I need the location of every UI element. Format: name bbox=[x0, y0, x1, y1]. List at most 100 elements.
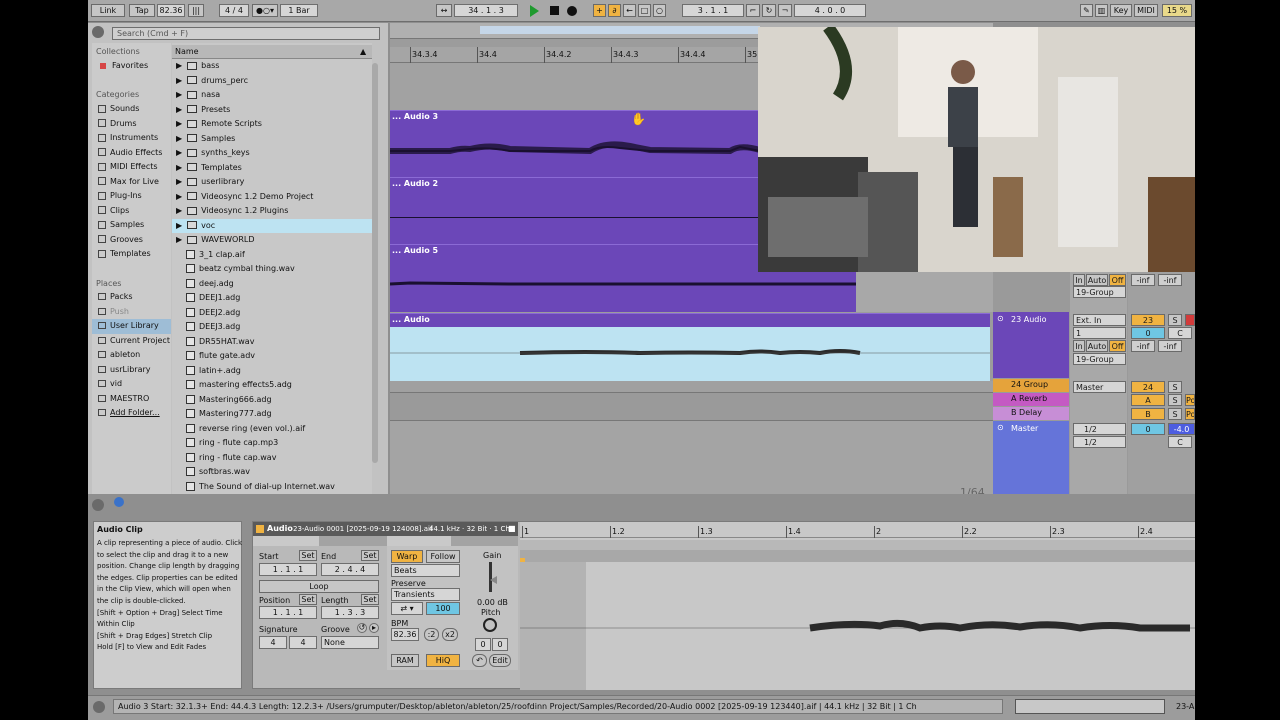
browser-folder-item[interactable]: ▶ Templates bbox=[172, 161, 372, 176]
start-set-button[interactable]: Set bbox=[299, 550, 317, 561]
expand-arrow-icon[interactable]: ▶ bbox=[176, 221, 182, 230]
output-select[interactable]: Master bbox=[1073, 381, 1126, 393]
browser-folder-item[interactable]: ▶ synths_keys bbox=[172, 146, 372, 161]
signature-denominator[interactable]: 4 bbox=[289, 636, 317, 649]
browser-toggle-icon[interactable] bbox=[92, 26, 104, 38]
groove-commit-icon[interactable]: ▸ bbox=[369, 623, 379, 633]
track-number[interactable]: 23 bbox=[1131, 314, 1165, 326]
browser-file-item[interactable]: DEEJ3.adg bbox=[172, 320, 372, 335]
stop-icon[interactable] bbox=[550, 6, 559, 15]
auto-button[interactable]: Auto bbox=[1086, 274, 1108, 286]
selected-clip[interactable] bbox=[390, 327, 990, 381]
places-item-vid[interactable]: vid bbox=[92, 377, 171, 392]
clip-color-icon[interactable] bbox=[256, 525, 264, 533]
length-field[interactable]: 1 . 3 . 3 bbox=[321, 606, 379, 619]
sidebar-item-max-for-live[interactable]: Max for Live bbox=[92, 175, 171, 190]
metronome-icon[interactable]: ●○▾ bbox=[252, 4, 278, 17]
solo-button[interactable]: S bbox=[1168, 381, 1182, 393]
record-icon[interactable] bbox=[567, 6, 577, 16]
reverse-icon[interactable]: ↶ bbox=[472, 654, 487, 667]
volume-field[interactable]: 0 bbox=[1131, 423, 1165, 435]
mixer-track-24-group[interactable]: 24 Group bbox=[993, 379, 1069, 392]
end-set-button[interactable]: Set bbox=[361, 550, 379, 561]
in-button[interactable]: In bbox=[1073, 340, 1085, 352]
output-select[interactable]: 19-Group bbox=[1073, 353, 1126, 365]
browser-folder-item[interactable]: ▶ Remote Scripts bbox=[172, 117, 372, 132]
places-item-packs[interactable]: Packs bbox=[92, 290, 171, 305]
position-set-button[interactable]: Set bbox=[299, 594, 317, 605]
punch-out-icon[interactable]: ¬ bbox=[778, 4, 792, 17]
loop-switch-icon[interactable]: ↻ bbox=[762, 4, 776, 17]
loop-mode-select[interactable]: ⇄ ▾ bbox=[391, 602, 423, 615]
output-select[interactable]: 19-Group bbox=[1073, 286, 1126, 298]
browser-folder-item[interactable]: ▶ userlibrary bbox=[172, 175, 372, 190]
browser-file-item[interactable]: latin+.adg bbox=[172, 364, 372, 379]
preserve-select[interactable]: Transients bbox=[391, 588, 460, 601]
browser-folder-item[interactable]: ▶ Presets bbox=[172, 103, 372, 118]
sample-editor[interactable]: 1 1.2 1.3 1.4 2 2.2 2.3 2.4 bbox=[520, 522, 1195, 690]
fold-icon[interactable]: ⊙ bbox=[997, 423, 1004, 432]
browser-file-item[interactable]: Mastering666.adg bbox=[172, 393, 372, 408]
position-field[interactable]: 1 . 1 . 1 bbox=[259, 606, 317, 619]
expand-arrow-icon[interactable]: ▶ bbox=[176, 163, 182, 172]
post-button[interactable]: Po bbox=[1185, 394, 1195, 406]
browser-folder-item[interactable]: ▶ Samples bbox=[172, 132, 372, 147]
expand-arrow-icon[interactable]: ▶ bbox=[176, 61, 182, 70]
browser-file-item[interactable]: beatz cymbal thing.wav bbox=[172, 262, 372, 277]
browser-file-item[interactable]: deej.adg bbox=[172, 277, 372, 292]
nudge-icon[interactable]: ||| bbox=[188, 4, 204, 17]
browser-folder-item[interactable]: ▶ nasa bbox=[172, 88, 372, 103]
start-field[interactable]: 1 . 1 . 1 bbox=[259, 563, 317, 576]
punch-in-icon[interactable]: ⌐ bbox=[746, 4, 760, 17]
gain-slider-handle-icon[interactable] bbox=[490, 576, 497, 584]
expand-arrow-icon[interactable]: ▶ bbox=[176, 90, 182, 99]
sidebar-item-sounds[interactable]: Sounds bbox=[92, 102, 171, 117]
sidebar-item-midi-effects[interactable]: MIDI Effects bbox=[92, 160, 171, 175]
envelope-field[interactable]: 100 bbox=[426, 602, 460, 615]
loop-button[interactable]: Loop bbox=[259, 580, 379, 593]
key-map-button[interactable]: Key bbox=[1110, 4, 1132, 17]
browser-file-item[interactable]: 3_1 clap.aif bbox=[172, 248, 372, 263]
warp-button[interactable]: Warp bbox=[391, 550, 423, 563]
browser-folder-item[interactable]: ▶ Videosync 1.2 Demo Project bbox=[172, 190, 372, 205]
sidebar-item-instruments[interactable]: Instruments bbox=[92, 131, 171, 146]
tempo-field[interactable]: 82.36 bbox=[157, 4, 185, 17]
browser-file-item[interactable]: DEEJ2.adg bbox=[172, 306, 372, 321]
loop-start-field[interactable]: 3 . 1 . 1 bbox=[682, 4, 744, 17]
bpm-field[interactable]: 82.36 bbox=[391, 628, 419, 641]
status-left-icon[interactable] bbox=[93, 701, 105, 713]
tab-clip[interactable] bbox=[253, 536, 319, 546]
browser-file-item[interactable]: Mastering777.adg bbox=[172, 407, 372, 422]
solo-button[interactable]: S bbox=[1168, 408, 1182, 420]
arrangement-position[interactable]: 34 . 1 . 3 bbox=[454, 4, 518, 17]
warp-marker-lane[interactable] bbox=[520, 540, 1195, 550]
edit-button[interactable]: Edit bbox=[489, 654, 511, 667]
sidebar-item-favorites[interactable]: Favorites bbox=[112, 61, 148, 70]
master-volume-field[interactable]: -4.0 bbox=[1168, 423, 1195, 435]
tap-button[interactable]: Tap bbox=[129, 4, 155, 17]
reenable-automation-icon[interactable]: ← bbox=[623, 4, 636, 17]
sidebar-item-drums[interactable]: Drums bbox=[92, 117, 171, 132]
keyboard-icon[interactable]: ▥ bbox=[1095, 4, 1108, 17]
browser-file-item[interactable]: DR55HAT.wav bbox=[172, 335, 372, 350]
help-view-icon[interactable] bbox=[92, 499, 104, 511]
clip-ruler[interactable]: 1 1.2 1.3 1.4 2 2.2 2.3 2.4 bbox=[520, 526, 1195, 538]
sidebar-item-grooves[interactable]: Grooves bbox=[92, 233, 171, 248]
mixer-track-master[interactable]: ⊙ Master bbox=[993, 421, 1069, 500]
mixer-track-23-audio[interactable]: ⊙ 23 Audio bbox=[993, 312, 1069, 378]
places-item-ableton[interactable]: ableton bbox=[92, 348, 171, 363]
post-button[interactable]: Po bbox=[1185, 408, 1195, 420]
groove-select[interactable]: None bbox=[321, 636, 379, 649]
detune-field[interactable]: 0 bbox=[492, 638, 508, 651]
expand-arrow-icon[interactable]: ▶ bbox=[176, 192, 182, 201]
clip-name[interactable]: Audio bbox=[267, 524, 293, 533]
search-input[interactable]: Search (Cmd + F) bbox=[112, 27, 380, 40]
volume-field[interactable]: 0 bbox=[1131, 327, 1165, 339]
in-button[interactable]: In bbox=[1073, 274, 1085, 286]
browser-file-item[interactable]: softbras.wav bbox=[172, 465, 372, 480]
browser-file-item[interactable]: ring - flute cap.mp3 bbox=[172, 436, 372, 451]
return-a-button[interactable]: A bbox=[1131, 394, 1165, 406]
browser-file-item[interactable]: reverse ring (even vol.).aif bbox=[172, 422, 372, 437]
fold-icon[interactable]: ⊙ bbox=[997, 314, 1004, 323]
sidebar-item-clips[interactable]: Clips bbox=[92, 204, 171, 219]
